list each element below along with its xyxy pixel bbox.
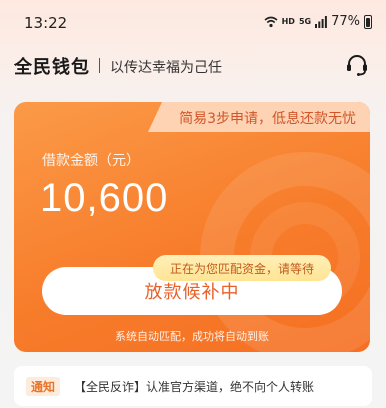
status-icons: HD 5G 77% bbox=[264, 14, 372, 29]
app-header: 全民钱包 以传达幸福为己任 bbox=[0, 48, 386, 84]
promo-tab-text: 简易3步申请，低息还款无忧 bbox=[179, 111, 356, 127]
status-time: 13:22 bbox=[24, 14, 68, 32]
wifi-icon bbox=[264, 16, 278, 27]
header-divider bbox=[99, 58, 100, 73]
auto-match-note: 系统自动匹配，成功将自动到账 bbox=[115, 330, 269, 343]
loan-amount-label: 借款金额（元） bbox=[42, 153, 140, 169]
battery-percent: 77% bbox=[331, 14, 360, 29]
signal-icon bbox=[315, 15, 327, 28]
status-bar: 13:22 HD 5G 77% bbox=[0, 0, 386, 44]
status-button-label: 放款候补中 bbox=[144, 282, 240, 303]
5g-indicator: 5G bbox=[298, 17, 312, 26]
matching-tip-badge: 正在为您匹配资金，请等待 bbox=[153, 255, 331, 281]
battery-icon bbox=[364, 14, 372, 29]
notice-bar[interactable]: 通知 【全民反诈】认准官方渠道，绝不向个人转账 bbox=[14, 366, 372, 406]
loan-card: 简易3步申请，低息还款无忧 借款金额（元） 10,600 放款候补中 系统自动匹… bbox=[14, 102, 370, 352]
hd-indicator: HD bbox=[281, 17, 295, 26]
customer-service-icon[interactable] bbox=[344, 52, 370, 78]
notice-tag: 通知 bbox=[26, 377, 61, 396]
loan-amount-value: 10,600 bbox=[40, 176, 169, 220]
notice-text: 【全民反诈】认准官方渠道，绝不向个人转账 bbox=[74, 380, 315, 394]
brand-slogan: 以传达幸福为己任 bbox=[110, 60, 222, 76]
brand-title: 全民钱包 bbox=[14, 57, 90, 78]
